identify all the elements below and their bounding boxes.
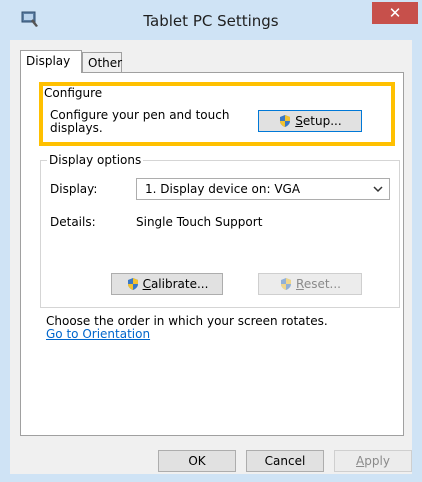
apply-label: pply [364, 454, 390, 468]
display-select-value: 1. Display device on: VGA [145, 182, 301, 196]
calibrate-button[interactable]: Calibrate... [111, 273, 223, 295]
tablet-pc-settings-window: Tablet PC Settings ✕ Display Other Confi… [0, 0, 422, 482]
calibrate-label: alibrate... [150, 277, 209, 291]
chevron-down-icon [373, 179, 383, 206]
display-label: Display: [50, 182, 98, 196]
orientation-text: Choose the order in which your screen ro… [46, 314, 328, 328]
close-icon: ✕ [388, 4, 402, 22]
tab-display[interactable]: Display [20, 50, 82, 73]
window-title: Tablet PC Settings [143, 12, 279, 30]
tab-other[interactable]: Other [82, 52, 122, 73]
reset-button[interactable]: Reset... [258, 273, 362, 295]
reset-mnemonic: R [296, 277, 304, 291]
go-to-orientation-link[interactable]: Go to Orientation [46, 327, 150, 341]
reset-label: eset... [303, 277, 341, 291]
apply-button[interactable]: Apply [334, 450, 412, 472]
ok-button[interactable]: OK [158, 450, 236, 472]
display-options-group-label: Display options [47, 153, 144, 167]
uac-shield-icon [126, 277, 140, 291]
close-button[interactable]: ✕ [372, 2, 418, 24]
uac-shield-icon [279, 277, 293, 291]
cancel-button[interactable]: Cancel [246, 450, 324, 472]
title-bar: Tablet PC Settings ✕ [0, 0, 422, 40]
configure-highlight-box [39, 82, 395, 146]
details-label: Details: [50, 215, 96, 229]
display-select[interactable]: 1. Display device on: VGA [136, 178, 390, 200]
details-value: Single Touch Support [136, 215, 263, 229]
calibrate-mnemonic: C [142, 277, 151, 291]
